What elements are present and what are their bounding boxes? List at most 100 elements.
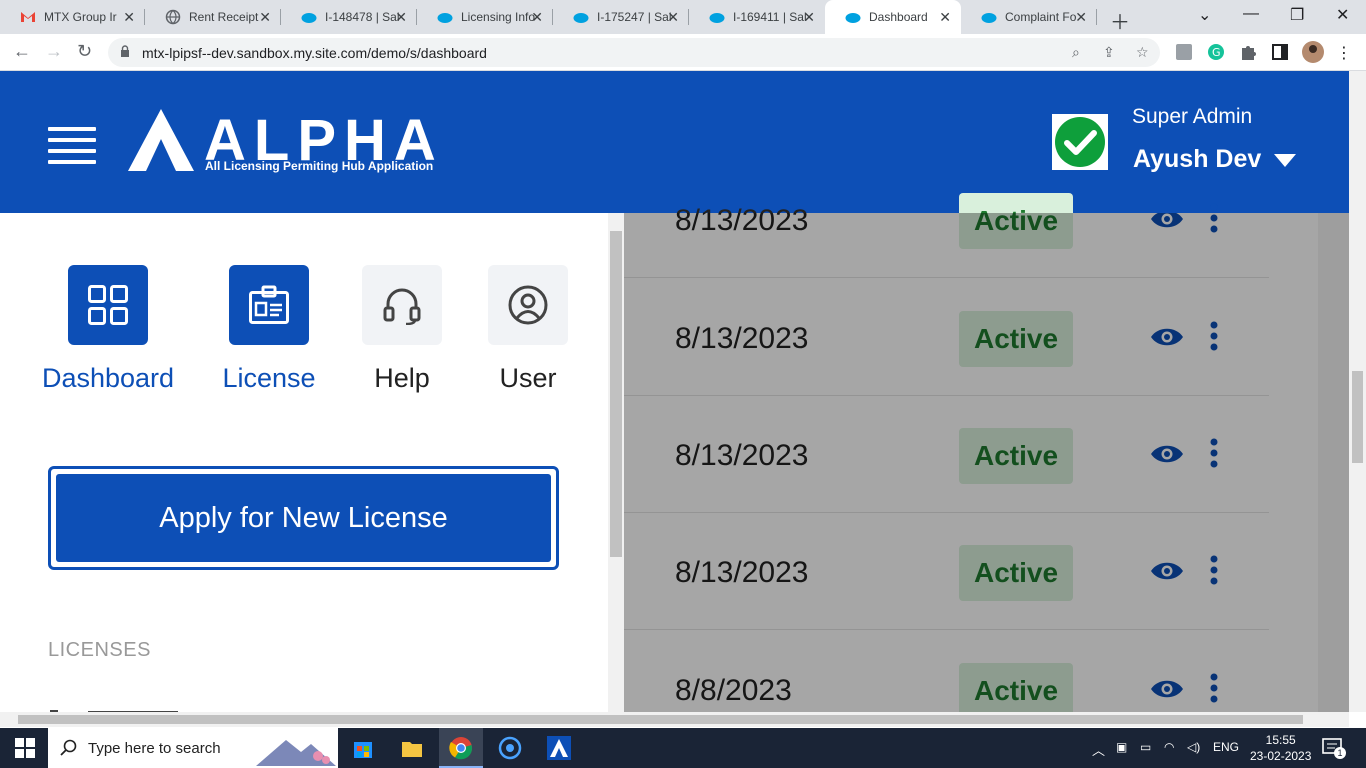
salesforce-icon xyxy=(437,13,453,23)
back-icon[interactable]: ← xyxy=(13,41,31,62)
tab-title: Licensing Info xyxy=(461,10,536,24)
volume-icon[interactable]: ◁) xyxy=(1187,740,1200,754)
address-bar: ← → ↻ mtx-lpipsf--dev.sandbox.my.site.co… xyxy=(0,34,1366,71)
browser-tab[interactable]: Rent Receipt ✕ xyxy=(145,0,281,34)
browser-tab[interactable]: Licensing Info ✕ xyxy=(417,0,553,34)
help-tile[interactable] xyxy=(362,265,442,345)
close-icon[interactable]: ✕ xyxy=(803,9,815,26)
tab-title: I-148478 | Sal xyxy=(325,10,400,24)
clock-time: 15:55 xyxy=(1265,733,1296,747)
browser-tab[interactable]: I-148478 | Sal ✕ xyxy=(281,0,417,34)
dashboard-grid-icon xyxy=(88,285,128,325)
tab-title: I-169411 | Sal xyxy=(733,10,807,24)
reload-icon[interactable]: ↻ xyxy=(77,41,92,62)
new-tab-icon[interactable]: ＋ xyxy=(1110,6,1130,35)
alpha-logo-icon xyxy=(128,109,194,171)
apply-new-license-button[interactable]: Apply for New License xyxy=(48,466,559,570)
app-viewport: ALPHA All Licensing Permiting Hub Applic… xyxy=(0,71,1349,712)
restore-icon[interactable]: ❐ xyxy=(1290,5,1304,25)
url-input[interactable]: mtx-lpipsf--dev.sandbox.my.site.com/demo… xyxy=(108,38,1160,67)
close-icon[interactable]: ✕ xyxy=(531,9,543,26)
salesforce-icon xyxy=(301,13,317,23)
tab-title: Rent Receipt xyxy=(189,10,259,24)
url-text: mtx-lpipsf--dev.sandbox.my.site.com/demo… xyxy=(142,45,487,61)
search-icon xyxy=(60,739,77,756)
salesforce-icon xyxy=(981,13,997,23)
tab-title: I-175247 | Sal xyxy=(597,10,672,24)
svg-text:G: G xyxy=(1212,46,1221,59)
zoom-icon[interactable]: ⌕ xyxy=(1072,44,1080,61)
navigation-drawer: Dashboard License Help User Apply for Ne… xyxy=(0,213,624,712)
user-role: Super Admin xyxy=(1132,105,1253,128)
tab-title: Dashboard xyxy=(869,10,928,24)
salesforce-icon xyxy=(845,13,861,23)
browser-tab-active[interactable]: Dashboard ✕ xyxy=(825,0,961,34)
file-explorer-icon[interactable] xyxy=(400,736,424,760)
close-window-icon[interactable]: ✕ xyxy=(1336,5,1349,25)
license-badge-icon xyxy=(249,285,289,324)
alpha-app-icon[interactable] xyxy=(547,736,571,760)
gmail-icon xyxy=(21,12,35,22)
show-hidden-icons[interactable]: ︿ xyxy=(1092,740,1105,759)
notification-count-badge: 1 xyxy=(1334,747,1346,759)
browser-tab[interactable]: I-175247 | Sal ✕ xyxy=(553,0,689,34)
brand-tagline: All Licensing Permiting Hub Application xyxy=(205,159,434,173)
menu-icon[interactable]: ⋮ xyxy=(1336,43,1352,63)
language-indicator[interactable]: ENG xyxy=(1213,740,1239,754)
windows-taskbar: Type here to search ︿ ▣ ▭ ◠ ◁) ENG 15:55… xyxy=(0,728,1366,768)
close-icon[interactable]: ✕ xyxy=(667,9,679,26)
browser-tab[interactable]: MTX Group Ir ✕ xyxy=(0,0,145,34)
close-icon[interactable]: ✕ xyxy=(123,9,135,26)
windows-start-icon[interactable] xyxy=(13,736,37,760)
battery-icon[interactable]: ▭ xyxy=(1140,740,1151,754)
section-heading: LICENSES xyxy=(48,639,151,661)
close-icon[interactable]: ✕ xyxy=(1075,9,1087,26)
quick-action-label[interactable]: User xyxy=(448,363,608,394)
apply-new-license-label: Apply for New License xyxy=(56,474,551,562)
grammarly-icon[interactable]: G xyxy=(1206,42,1226,62)
bookmark-star-icon[interactable]: ☆ xyxy=(1136,44,1149,61)
tab-title: MTX Group Ir xyxy=(44,10,117,24)
close-icon[interactable]: ✕ xyxy=(939,9,951,26)
close-icon[interactable]: ✕ xyxy=(395,9,407,26)
horizontal-scrollbar[interactable] xyxy=(0,712,1349,727)
tab-search-icon[interactable]: ⌄ xyxy=(1198,5,1211,25)
close-icon[interactable]: ✕ xyxy=(259,9,271,26)
share-icon[interactable]: ⇪ xyxy=(1103,44,1115,61)
system-clock[interactable]: 15:55 23-02-2023 xyxy=(1250,732,1311,764)
hamburger-menu-icon[interactable] xyxy=(48,127,96,164)
search-placeholder: Type here to search xyxy=(88,740,221,757)
profile-avatar[interactable] xyxy=(1302,41,1324,63)
salesforce-icon xyxy=(709,13,725,23)
page-scrollbar-thumb[interactable] xyxy=(1352,371,1363,463)
drawer-scrollbar-thumb[interactable] xyxy=(610,231,622,557)
page-scrollbar[interactable] xyxy=(1349,71,1366,712)
user-menu-caret-icon[interactable] xyxy=(1274,154,1296,167)
browser-tab[interactable]: I-169411 | Sal ✕ xyxy=(689,0,825,34)
side-panel-icon[interactable] xyxy=(1270,42,1290,62)
microsoft-store-icon[interactable] xyxy=(351,736,375,760)
cortana-icon[interactable] xyxy=(498,736,522,760)
chrome-icon xyxy=(449,737,473,760)
quick-action-label[interactable]: Dashboard xyxy=(28,363,188,394)
lock-icon xyxy=(121,45,129,57)
extension-icon[interactable] xyxy=(1174,42,1194,62)
user-tile[interactable] xyxy=(488,265,568,345)
clock-date: 23-02-2023 xyxy=(1250,749,1312,763)
wifi-icon[interactable]: ◠ xyxy=(1164,740,1174,754)
puzzle-icon[interactable] xyxy=(1238,42,1258,62)
dashboard-tile[interactable] xyxy=(68,265,148,345)
license-list-item[interactable] xyxy=(48,703,188,712)
taskbar-search-input[interactable]: Type here to search xyxy=(48,728,338,768)
salesforce-icon xyxy=(573,13,589,23)
meet-now-icon[interactable]: ▣ xyxy=(1116,740,1127,754)
tab-title: Complaint Fo xyxy=(1005,10,1077,24)
notification-center-icon[interactable]: 1 xyxy=(1322,738,1346,763)
minimize-icon[interactable]: — xyxy=(1243,5,1259,23)
license-tile[interactable] xyxy=(229,265,309,345)
drawer-scrollbar[interactable] xyxy=(608,213,624,712)
forward-icon[interactable]: → xyxy=(45,41,63,62)
browser-tab[interactable]: Complaint Fo ✕ xyxy=(961,0,1097,34)
chrome-taskbar-item[interactable] xyxy=(439,728,483,768)
horizontal-scrollbar-thumb[interactable] xyxy=(18,715,1303,724)
